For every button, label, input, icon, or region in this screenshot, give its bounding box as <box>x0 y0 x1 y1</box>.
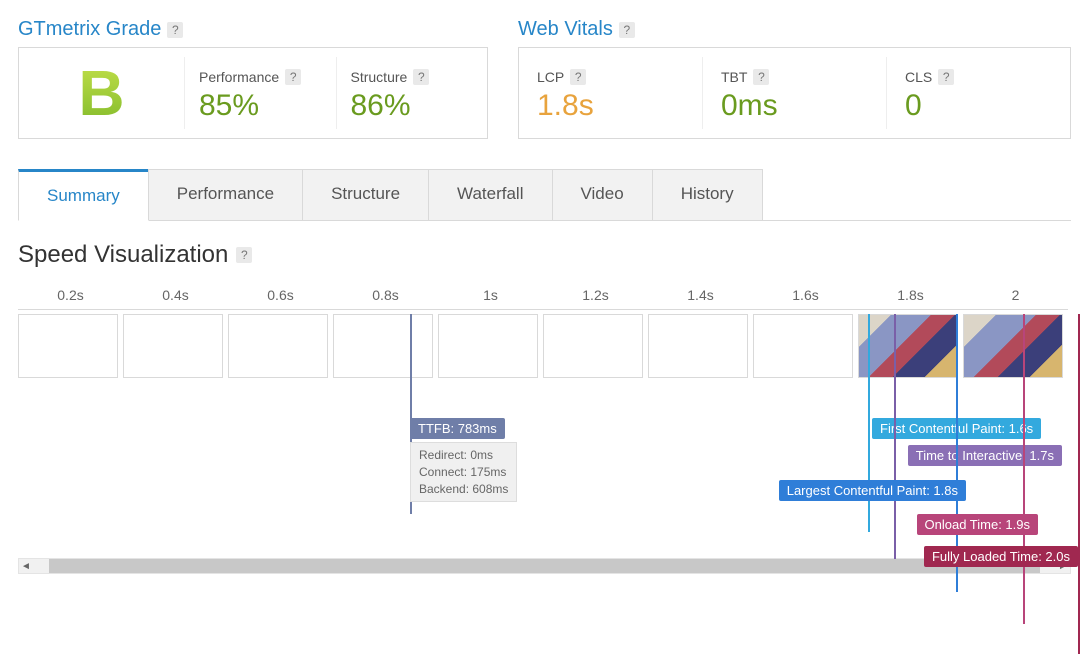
frame <box>18 314 118 378</box>
frame <box>123 314 223 378</box>
help-icon[interactable]: ? <box>167 22 183 38</box>
fully-marker: Fully Loaded Time: 2.0s <box>924 546 1078 567</box>
structure-label: Structure <box>351 69 408 85</box>
tab-waterfall[interactable]: Waterfall <box>428 169 552 220</box>
speed-title: Speed Visualization <box>18 241 228 269</box>
frame <box>438 314 538 378</box>
ttfb-marker: TTFB: 783ms <box>410 418 505 439</box>
tick-label: 0.6s <box>228 281 333 309</box>
frame <box>333 314 433 378</box>
horizontal-scrollbar[interactable]: ◄ ► <box>18 558 1071 574</box>
tick-label: 1.2s <box>543 281 648 309</box>
lcp-value: 1.8s <box>537 89 696 123</box>
speed-visualization: 0.2s 0.4s 0.6s 0.8s 1s 1.2s 1.4s 1.6s 1.… <box>18 281 1068 378</box>
tti-marker: Time to Interactive: 1.7s <box>908 445 1062 466</box>
lcp-label: LCP <box>537 69 564 85</box>
tick-label: 0.4s <box>123 281 228 309</box>
timeline-frames: TTFB: 783ms Redirect: 0ms Connect: 175ms… <box>18 314 1068 378</box>
lcp-marker: Largest Contentful Paint: 1.8s <box>779 480 966 501</box>
performance-value: 85% <box>199 89 330 123</box>
frame <box>753 314 853 378</box>
help-icon[interactable]: ? <box>285 69 301 85</box>
timeline-ticks: 0.2s 0.4s 0.6s 0.8s 1s 1.2s 1.4s 1.6s 1.… <box>18 281 1068 310</box>
onload-marker-line <box>1023 314 1025 624</box>
help-icon[interactable]: ? <box>236 247 252 263</box>
tab-history[interactable]: History <box>652 169 763 220</box>
frame-thumbnail <box>858 314 958 378</box>
tab-summary[interactable]: Summary <box>18 169 149 221</box>
structure-value: 86% <box>351 89 482 123</box>
tick-label: 1.8s <box>858 281 963 309</box>
scrollbar-thumb[interactable] <box>49 559 1040 573</box>
help-icon[interactable]: ? <box>413 69 429 85</box>
cls-label: CLS <box>905 69 932 85</box>
tick-label: 2 <box>963 281 1068 309</box>
performance-metric: Performance? 85% <box>184 57 336 129</box>
frame-thumbnail <box>963 314 1063 378</box>
frame <box>543 314 643 378</box>
tick-label: 0.8s <box>333 281 438 309</box>
grade-title: GTmetrix Grade <box>18 18 161 41</box>
tab-performance[interactable]: Performance <box>148 169 303 220</box>
vitals-title: Web Vitals <box>518 18 613 41</box>
tick-label: 1s <box>438 281 543 309</box>
structure-metric: Structure? 86% <box>336 57 488 129</box>
scroll-left-icon[interactable]: ◄ <box>19 561 33 572</box>
ttfb-connect: Connect: 175ms <box>419 464 508 481</box>
tick-label: 0.2s <box>18 281 123 309</box>
tab-structure[interactable]: Structure <box>302 169 429 220</box>
help-icon[interactable]: ? <box>619 22 635 38</box>
vitals-box: LCP? 1.8s TBT? 0ms CLS? 0 <box>518 47 1071 139</box>
tab-video[interactable]: Video <box>552 169 653 220</box>
tbt-value: 0ms <box>721 89 880 123</box>
help-icon[interactable]: ? <box>938 69 954 85</box>
help-icon[interactable]: ? <box>753 69 769 85</box>
onload-marker: Onload Time: 1.9s <box>917 514 1039 535</box>
tbt-label: TBT <box>721 69 747 85</box>
cls-value: 0 <box>905 89 1064 123</box>
help-icon[interactable]: ? <box>570 69 586 85</box>
frame <box>648 314 748 378</box>
grade-letter: B <box>19 56 184 130</box>
tti-marker-line <box>894 314 896 559</box>
tabs: Summary Performance Structure Waterfall … <box>18 169 1071 221</box>
ttfb-redirect: Redirect: 0ms <box>419 447 508 464</box>
frame <box>228 314 328 378</box>
tick-label: 1.4s <box>648 281 753 309</box>
tick-label: 1.6s <box>753 281 858 309</box>
performance-label: Performance <box>199 69 279 85</box>
fully-marker-line <box>1078 314 1080 654</box>
ttfb-backend: Backend: 608ms <box>419 481 508 498</box>
grade-box: B Performance? 85% Structure? 86% <box>18 47 488 139</box>
ttfb-details: Redirect: 0ms Connect: 175ms Backend: 60… <box>410 442 517 502</box>
